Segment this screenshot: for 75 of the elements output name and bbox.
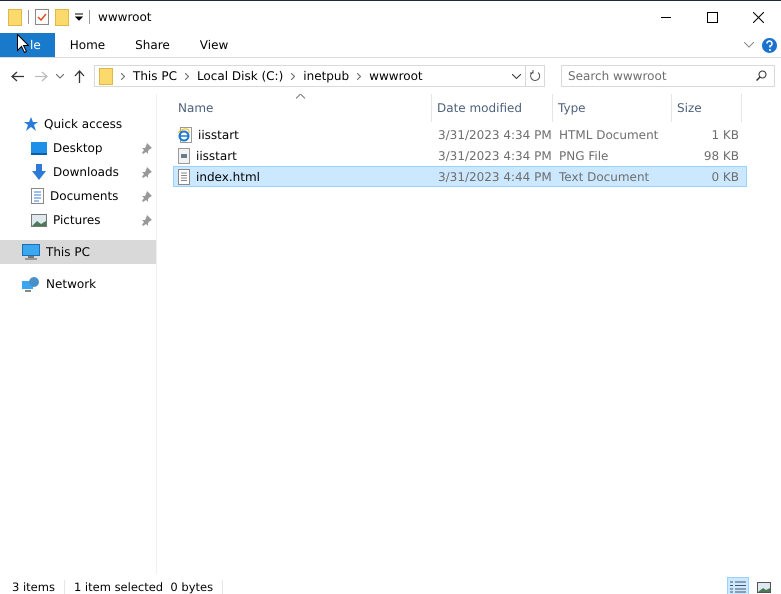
address-bar[interactable]: This PC Local Disk (C:) inetpub wwwroot bbox=[94, 65, 545, 87]
maximize-icon bbox=[706, 12, 718, 22]
folder-icon bbox=[8, 8, 22, 26]
ribbon-tab[interactable]: le bbox=[0, 33, 55, 57]
document-icon bbox=[31, 188, 44, 204]
download-arrow-icon bbox=[31, 164, 47, 180]
expand-ribbon-icon[interactable] bbox=[744, 42, 754, 48]
ribbon-tab[interactable]: View bbox=[184, 33, 244, 57]
close-icon bbox=[752, 12, 764, 22]
checklist-icon[interactable] bbox=[35, 9, 49, 25]
column-header[interactable]: Type bbox=[558, 101, 586, 115]
breadcrumb[interactable]: inetpub bbox=[303, 69, 350, 83]
star-icon bbox=[22, 116, 38, 132]
date-cell: 3/31/2023 4:34 PM bbox=[438, 128, 552, 142]
breadcrumb[interactable]: wwwroot bbox=[369, 69, 423, 83]
recent-locations-icon[interactable] bbox=[56, 74, 64, 78]
sidebar-item[interactable]: Documents bbox=[0, 184, 156, 208]
forward-arrow-icon bbox=[34, 70, 48, 82]
column-header[interactable]: Name bbox=[178, 101, 214, 115]
refresh-icon bbox=[530, 70, 540, 82]
search-field[interactable]: Search wwwroot bbox=[561, 65, 775, 87]
new-folder-icon bbox=[55, 8, 69, 26]
window-title: wwwroot bbox=[98, 10, 152, 24]
file-name: iisstart bbox=[198, 128, 239, 142]
chevron-icon bbox=[357, 72, 362, 80]
folder-icon bbox=[99, 68, 113, 84]
chevron-icon bbox=[184, 72, 189, 80]
file-row[interactable]: index.html 3/31/2023 4:44 PM Text Document 0 KB bbox=[173, 166, 747, 187]
sidebar-item[interactable]: Quick access bbox=[0, 112, 156, 136]
monitor-icon bbox=[31, 142, 47, 154]
caret-icon bbox=[512, 74, 520, 78]
file-name: index.html bbox=[196, 170, 260, 184]
column-header[interactable]: Size bbox=[677, 101, 702, 115]
search-icon bbox=[756, 70, 767, 81]
sidebar-item[interactable]: Downloads bbox=[0, 160, 156, 184]
type-cell: HTML Document bbox=[559, 128, 658, 142]
size-cell: 98 KB bbox=[704, 148, 739, 162]
sort-caret-icon bbox=[296, 94, 305, 99]
image-file-icon bbox=[178, 148, 190, 164]
size-cell: 0 KB bbox=[711, 170, 739, 184]
network-icon bbox=[22, 276, 40, 292]
size-cell: 1 KB bbox=[711, 128, 739, 142]
sidebar-item[interactable]: Desktop bbox=[0, 136, 156, 160]
sidebar-item[interactable]: This PC bbox=[0, 240, 156, 264]
file-row[interactable]: iisstart 3/31/2023 4:34 PM HTML Document 1 KB bbox=[173, 124, 747, 145]
minimize-icon bbox=[661, 16, 671, 18]
browser-document-icon bbox=[178, 126, 192, 142]
picture-icon bbox=[31, 214, 47, 226]
picture-icon bbox=[757, 582, 771, 592]
details-view-button[interactable] bbox=[727, 577, 749, 594]
breadcrumb[interactable]: Local Disk (C:) bbox=[196, 69, 284, 83]
sidebar-item[interactable]: Pictures bbox=[0, 208, 156, 232]
chevron-icon bbox=[121, 72, 125, 80]
breadcrumb[interactable]: This PC bbox=[133, 69, 177, 83]
file-row[interactable]: iisstart 3/31/2023 4:34 PM PNG File 98 KB bbox=[173, 145, 747, 166]
sidebar-item[interactable]: Network bbox=[0, 272, 156, 296]
column-header[interactable]: Date modified bbox=[437, 101, 522, 115]
date-cell: 3/31/2023 4:34 PM bbox=[438, 148, 552, 162]
text-file-icon bbox=[178, 168, 190, 184]
type-cell: PNG File bbox=[559, 148, 608, 162]
mouse-cursor-icon bbox=[17, 34, 29, 53]
up-arrow-icon bbox=[74, 70, 84, 82]
type-cell: Text Document bbox=[559, 170, 650, 184]
status-text: 1 item selected 0 bytes bbox=[74, 580, 224, 594]
dropdown-icon[interactable] bbox=[75, 13, 83, 21]
ribbon-tab[interactable]: Share bbox=[120, 33, 185, 57]
chevron-icon bbox=[291, 72, 296, 80]
details-list-icon bbox=[730, 581, 746, 593]
help-icon[interactable] bbox=[762, 38, 777, 52]
date-cell: 3/31/2023 4:44 PM bbox=[438, 170, 552, 184]
file-name: iisstart bbox=[196, 148, 237, 162]
ribbon-tab[interactable]: Home bbox=[54, 33, 120, 57]
computer-icon bbox=[22, 244, 40, 260]
back-arrow-icon bbox=[10, 70, 24, 82]
status-text: 3 items bbox=[12, 580, 65, 594]
